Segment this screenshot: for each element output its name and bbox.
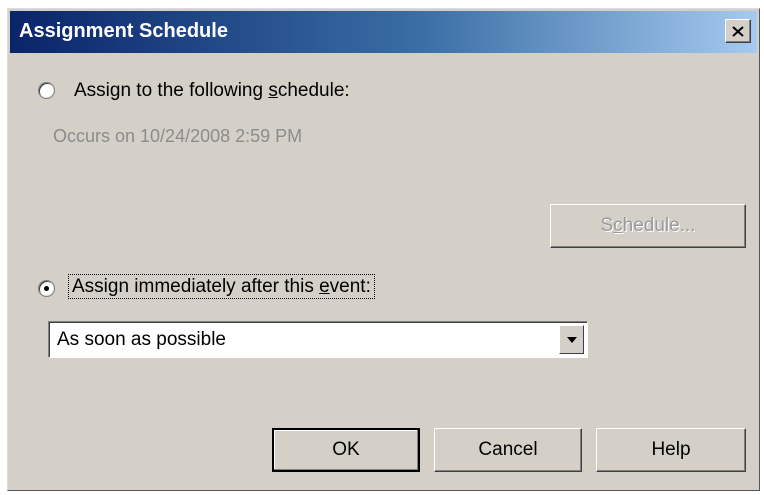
chevron-down-icon <box>566 336 577 343</box>
help-button[interactable]: Help <box>596 428 746 472</box>
occurs-text: Occurs on 10/24/2008 2:59 PM <box>53 126 303 146</box>
schedule-radio-label[interactable]: Assign to the following schedule: <box>74 80 350 102</box>
ok-button[interactable]: OK <box>272 428 420 472</box>
event-radio-label[interactable]: Assign immediately after this event: <box>68 274 375 299</box>
dialog-title: Assignment Schedule <box>19 20 228 42</box>
title-bar: Assignment Schedule <box>10 11 757 53</box>
close-icon <box>732 25 744 37</box>
cancel-button[interactable]: Cancel <box>434 428 582 472</box>
close-button[interactable] <box>725 19 751 43</box>
event-select[interactable]: As soon as possible <box>48 321 588 358</box>
assignment-schedule-dialog: Assignment Schedule Assign to the follow… <box>7 8 760 491</box>
dropdown-button[interactable] <box>559 325 584 354</box>
event-select-value: As soon as possible <box>57 329 226 350</box>
event-radio[interactable] <box>38 280 55 297</box>
schedule-button[interactable]: Sc hedule... <box>550 204 746 248</box>
schedule-radio[interactable] <box>38 82 55 99</box>
radio-selected-dot <box>44 286 49 291</box>
